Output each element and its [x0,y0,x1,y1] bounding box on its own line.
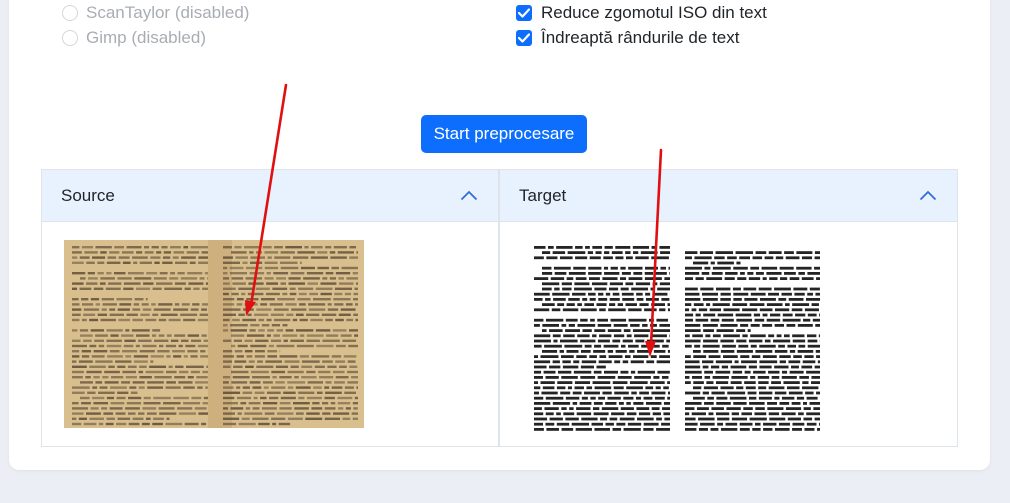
target-panel: Target [499,169,958,447]
option-reduce-iso-noise[interactable]: Reduce zgomotul ISO din text [516,3,767,23]
source-panel-header[interactable]: Source [42,170,498,222]
panel-title: Target [519,185,567,205]
option-straighten-lines[interactable]: Îndreaptă rândurile de text [516,28,739,48]
source-scan-image [64,240,364,428]
checkbox-checked-icon[interactable] [516,30,532,46]
radio-button [62,5,78,21]
option-label: ScanTaylor (disabled) [86,3,250,22]
option-scantaylor: ScanTaylor (disabled) [62,3,249,23]
option-label: Îndreaptă rândurile de text [541,28,740,47]
option-label: Gimp (disabled) [86,28,206,47]
target-panel-header[interactable]: Target [500,170,957,222]
radio-button [62,30,78,46]
source-panel: Source [41,169,499,447]
option-gimp: Gimp (disabled) [62,28,206,48]
option-label: Reduce zgomotul ISO din text [541,3,767,22]
checkbox-checked-icon[interactable] [516,5,532,21]
chevron-up-icon[interactable] [460,190,478,201]
chevron-up-icon[interactable] [919,190,937,201]
start-preprocessing-button[interactable]: Start preprocesare [421,115,587,153]
source-panel-body [42,222,498,446]
target-processed-image [526,240,826,432]
target-panel-body [500,222,957,446]
panel-title: Source [61,185,115,205]
